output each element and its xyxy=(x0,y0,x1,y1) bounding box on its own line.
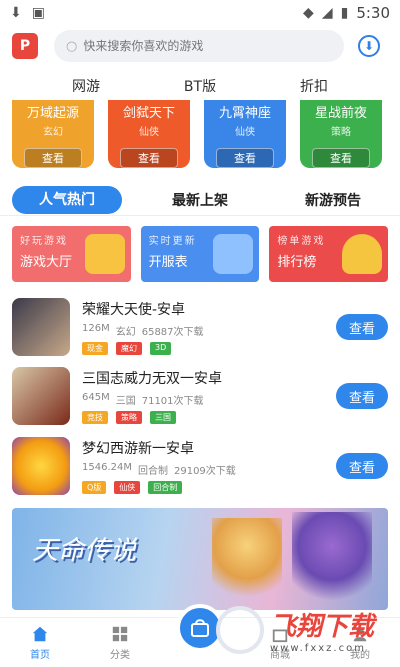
bag-icon xyxy=(191,619,209,637)
game-icon xyxy=(12,367,70,425)
card-title: 星战前夜 xyxy=(314,106,367,121)
card-title: 九霄神座 xyxy=(218,106,271,121)
tab-online-games[interactable]: 网游 xyxy=(72,76,100,98)
game-tag: 三国 xyxy=(150,411,176,424)
feature-banner[interactable]: 天命传说 xyxy=(12,508,388,610)
server-list-banner[interactable]: 实时更新 开服表 xyxy=(140,226,260,282)
game-name: 梦幻西游新一安卓 xyxy=(82,441,194,457)
quick-banners: 好玩游戏 游戏大厅 实时更新 开服表 榜单游戏 排行榜 xyxy=(12,226,389,282)
tab-popular[interactable]: 人气热门 xyxy=(12,185,122,214)
tab-discount[interactable]: 折扣 xyxy=(300,76,328,98)
card-genre: 策略 xyxy=(331,127,351,138)
game-size: 645M xyxy=(82,392,110,403)
card-view-button[interactable]: 查看 xyxy=(24,148,82,168)
game-tag: 3D xyxy=(150,342,172,355)
watermark: 飞翔下载 www.fxxz.com xyxy=(216,600,396,660)
tab-bt[interactable]: BT版 xyxy=(184,76,216,98)
app-notification-icon: ▣ xyxy=(31,5,45,21)
wifi-icon: ◆ xyxy=(303,5,314,21)
nav-home[interactable]: 首页 xyxy=(0,618,80,667)
app-logo-icon[interactable]: P xyxy=(12,33,38,59)
top-tabs: 网游 BT版 折扣 xyxy=(0,76,400,98)
featured-card[interactable]: 九霄神座 仙侠 查看 xyxy=(204,100,286,168)
phone-icon xyxy=(213,234,254,274)
featured-card[interactable]: 剑弑天下 仙侠 查看 xyxy=(108,100,190,168)
card-view-button[interactable]: 查看 xyxy=(312,148,370,168)
gamepad-icon xyxy=(84,234,125,274)
nav-label: 分类 xyxy=(110,649,130,661)
search-bar[interactable]: ○ xyxy=(54,30,344,62)
game-size: 1546.24M xyxy=(82,462,132,473)
header: P ○ ⬇ xyxy=(0,28,400,64)
nav-label: 首页 xyxy=(30,649,50,661)
card-genre: 玄幻 xyxy=(43,127,63,138)
game-icon xyxy=(12,298,70,356)
game-tag: 竞技 xyxy=(82,411,108,424)
game-tag: 回合制 xyxy=(148,481,183,494)
status-bar: ⬇ ▣ ◆ ◢ ▮ 5:30 xyxy=(0,0,400,26)
feature-banner-title: 天命传说 xyxy=(32,536,137,566)
watermark-text: 飞翔下载 xyxy=(270,612,375,642)
game-tag: 现金 xyxy=(82,342,108,355)
search-icon: ○ xyxy=(66,38,78,54)
grid-icon xyxy=(112,626,128,641)
card-genre: 仙侠 xyxy=(139,127,159,138)
trophy-icon xyxy=(342,234,383,274)
game-icon xyxy=(12,437,70,495)
game-name: 荣耀大天使-安卓 xyxy=(82,302,186,318)
home-icon xyxy=(32,626,48,641)
watermark-url: www.fxxz.com xyxy=(270,643,366,654)
game-row[interactable]: 三国志威力无双一安卓 645M 三国 71101次下载 竞技 策略 三国 查看 xyxy=(12,367,388,425)
signal-icon: ◢ xyxy=(321,5,333,21)
card-title: 万域起源 xyxy=(26,106,79,121)
view-button[interactable]: 查看 xyxy=(336,314,388,340)
game-downloads: 71101次下载 xyxy=(141,396,204,407)
game-hall-banner[interactable]: 好玩游戏 游戏大厅 xyxy=(12,226,131,282)
nav-category[interactable]: 分类 xyxy=(80,618,160,667)
ranking-banner[interactable]: 榜单游戏 排行榜 xyxy=(269,226,389,282)
game-tag: 魔幻 xyxy=(116,342,142,355)
watermark-logo-icon xyxy=(216,606,264,654)
game-tag: Q版 xyxy=(82,481,107,494)
game-row[interactable]: 梦幻西游新一安卓 1546.24M 回合制 29109次下载 Q版 仙侠 回合制… xyxy=(12,437,388,495)
character-illustration xyxy=(212,518,282,610)
search-input[interactable] xyxy=(83,39,332,53)
game-genre: 回合制 xyxy=(137,466,168,477)
status-time: 5:30 xyxy=(356,4,390,22)
view-button[interactable]: 查看 xyxy=(336,383,388,409)
tab-new-release[interactable]: 最新上架 xyxy=(145,190,255,210)
featured-card[interactable]: 万域起源 玄幻 查看 xyxy=(12,100,94,168)
game-tag: 仙侠 xyxy=(114,481,141,494)
game-tag: 策略 xyxy=(116,411,142,424)
game-downloads: 65887次下载 xyxy=(141,327,204,338)
battery-icon: ▮ xyxy=(340,5,349,21)
game-genre: 玄幻 xyxy=(115,327,136,338)
section-tabs: 人气热门 最新上架 新游预告 xyxy=(0,184,400,216)
game-genre: 三国 xyxy=(115,396,136,407)
character-illustration xyxy=(292,512,372,610)
tab-upcoming[interactable]: 新游预告 xyxy=(278,190,388,210)
game-size: 126M xyxy=(82,323,110,334)
download-status-icon: ⬇ xyxy=(10,5,22,21)
featured-cards: 万域起源 玄幻 查看 剑弑天下 仙侠 查看 九霄神座 仙侠 查看 星战前夜 策略… xyxy=(0,100,400,174)
download-manager-icon[interactable]: ⬇ xyxy=(358,35,380,57)
card-view-button[interactable]: 查看 xyxy=(216,148,274,168)
card-genre: 仙侠 xyxy=(235,127,255,138)
card-title: 剑弑天下 xyxy=(122,106,175,121)
view-button[interactable]: 查看 xyxy=(336,453,388,479)
game-downloads: 29109次下载 xyxy=(173,466,236,477)
game-row[interactable]: 荣耀大天使-安卓 126M 玄幻 65887次下载 现金 魔幻 3D 查看 xyxy=(12,298,388,356)
card-view-button[interactable]: 查看 xyxy=(120,148,178,168)
game-name: 三国志威力无双一安卓 xyxy=(82,371,222,387)
featured-card[interactable]: 星战前夜 策略 查看 xyxy=(300,100,382,168)
